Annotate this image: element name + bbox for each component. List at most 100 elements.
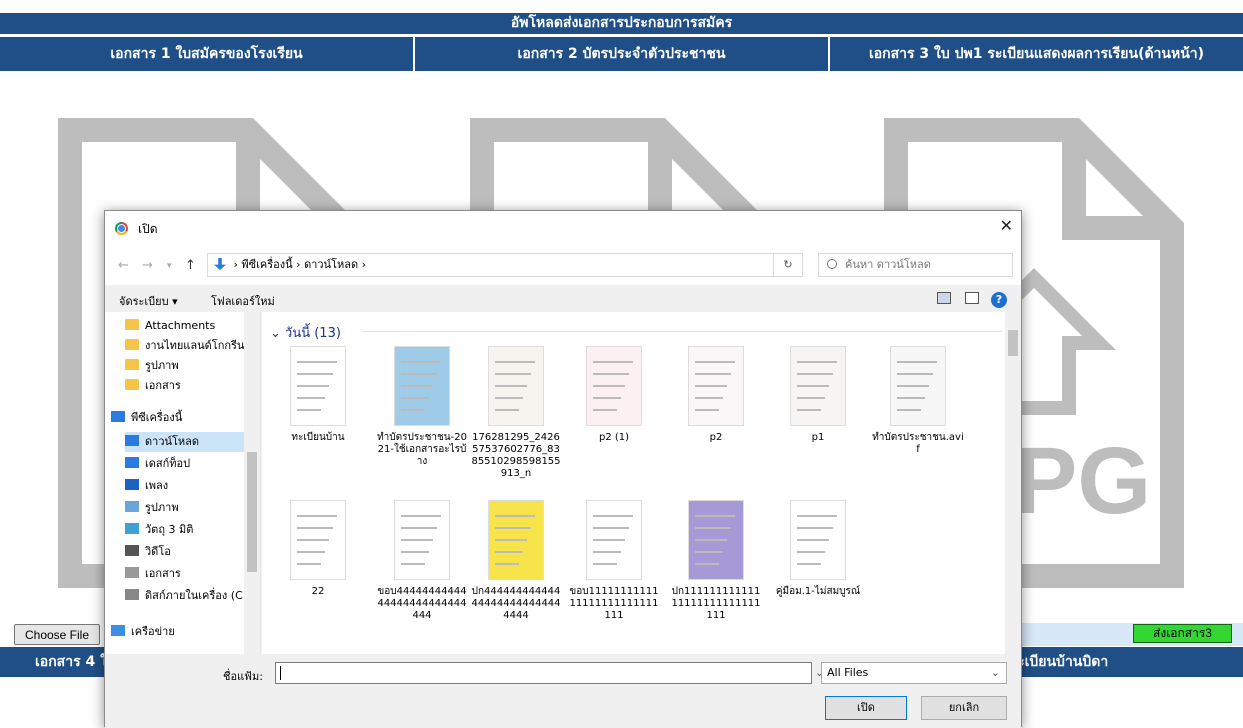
chrome-icon (115, 222, 128, 235)
choose-file-button[interactable]: Choose File (14, 624, 100, 645)
file-name: คู่มือม.1-ไม่สมบูรณ์ (775, 586, 861, 597)
breadcrumb-pc[interactable]: พีซีเครื่องนี้ (241, 258, 292, 271)
section-header-left: เอกสาร 4 ใ (35, 654, 107, 670)
recent-chevron-icon[interactable]: ▾ (167, 261, 172, 271)
sidebar-item-label: รูปภาพ (145, 359, 179, 372)
scrollbar[interactable] (244, 312, 260, 654)
sidebar-item-label: งานไทยแลนด์โกกรีน (145, 339, 245, 352)
open-button[interactable]: เปิด (825, 696, 907, 720)
sidebar-item[interactable]: พีซีเครื่องนี้ (111, 408, 241, 428)
sidebar-item-label: วัตถุ 3 มิติ (145, 523, 194, 536)
file-name: p2 (1) (598, 432, 630, 443)
file-item[interactable]: ขอบ4444444444444444444444444444 (376, 500, 468, 622)
file-name: ทะเบียนบ้าน (291, 432, 345, 443)
file-item[interactable]: ทะเบียนบ้าน (272, 346, 364, 444)
sidebar-item[interactable]: เดสก์ท็อป (125, 454, 255, 474)
open-file-dialog: เปิด ✕ ← → ▾ ↑ › พีซีเครื่องนี้ › ดาวน์โ… (104, 210, 1022, 728)
pictures-icon (125, 501, 139, 512)
sidebar-item[interactable]: รูปภาพ (125, 356, 255, 376)
organize-button[interactable]: จัดระเบียบ ▾ (119, 292, 178, 310)
search-input[interactable]: ค้นหา ดาวน์โหลด (818, 253, 1013, 277)
sidebar-item-label: รูปภาพ (145, 501, 179, 514)
sidebar-item-label: Attachments (145, 319, 216, 332)
sidebar-item[interactable]: รูปภาพ (125, 498, 255, 518)
file-item[interactable]: ปก444444444444444444444444444444 (470, 500, 562, 622)
sidebar-item[interactable]: งานไทยแลนด์โกกรีน (125, 336, 255, 356)
file-name: p2 (709, 432, 723, 443)
navigation-pane: Attachments งานไทยแลนด์โกกรีน รูปภาพ เอกสาร… (105, 312, 261, 654)
file-item[interactable]: ทำบัตรประชาชน-2021-ใช้เอกสารอะไรบ้าง (376, 346, 468, 468)
view-options-icon[interactable] (937, 292, 951, 304)
file-item[interactable]: ทำบัตรประชาชน.avif (872, 346, 964, 456)
cancel-button[interactable]: ยกเลิก (921, 696, 1007, 720)
3d-objects-icon (125, 523, 139, 534)
file-name: ทำบัตรประชาชน-2021-ใช้เอกสารอะไรบ้าง (377, 432, 467, 467)
file-item[interactable]: p2 (1) (568, 346, 660, 444)
sidebar-item-label: เครือข่าย (131, 625, 175, 638)
send-document-3-button[interactable]: ส่งเอกสาร3 (1133, 624, 1232, 643)
file-thumbnail-icon (488, 346, 544, 426)
file-name: ขอบ1111111111111111111111111111 (569, 586, 659, 621)
file-item[interactable]: 22 (272, 500, 364, 598)
sidebar-item-label: พีซีเครื่องนี้ (131, 411, 183, 424)
sidebar-item[interactable]: ดาวน์โหลด (125, 432, 255, 452)
music-icon (125, 479, 139, 490)
file-item[interactable]: 176281295_242657537602776_83855102985981… (470, 346, 562, 480)
group-header[interactable]: ⌄ วันนี้ (13) (270, 322, 341, 343)
sidebar-item[interactable]: เอกสาร (125, 564, 255, 584)
sidebar-item-label: ดิสก์ภายในเครื่อง (C (145, 589, 243, 602)
desktop-icon (125, 457, 139, 468)
download-icon (214, 258, 226, 270)
page-title: อัพโหลดส่งเอกสารประกอบการสมัคร (0, 13, 1243, 34)
sidebar-item[interactable]: ดิสก์ภายในเครื่อง (C (125, 586, 255, 606)
file-thumbnail-icon (586, 346, 642, 426)
navigation-bar: ← → ▾ ↑ › พีซีเครื่องนี้ › ดาวน์โหลด › ⌄… (105, 245, 1021, 285)
filename-input[interactable] (275, 662, 812, 684)
file-type-select[interactable]: All Files ⌄ (821, 662, 1007, 684)
address-bar[interactable]: › พีซีเครื่องนี้ › ดาวน์โหลด › ⌄ (207, 253, 862, 277)
file-thumbnail-icon (394, 346, 450, 426)
column-header-2: เอกสาร 2 บัตรประจำตัวประชาชน (415, 37, 830, 71)
scrollbar[interactable] (1005, 312, 1021, 654)
chevron-down-icon: ⌄ (990, 666, 1000, 679)
file-item[interactable]: p1 (772, 346, 864, 444)
scrollbar-thumb[interactable] (1008, 330, 1018, 356)
sidebar-item-label: เดสก์ท็อป (145, 457, 191, 470)
column-header-1: เอกสาร 1 ใบสมัครของโรงเรียน (0, 37, 415, 71)
up-arrow-icon[interactable]: ↑ (185, 258, 196, 273)
documents-icon (125, 567, 139, 578)
file-thumbnail-icon (488, 500, 544, 580)
network-icon (111, 625, 125, 636)
sidebar-item[interactable]: เอกสาร (125, 376, 255, 396)
file-thumbnail-icon (290, 500, 346, 580)
file-name: 176281295_242657537602776_83855102985981… (471, 432, 561, 479)
new-folder-button[interactable]: โฟลเดอร์ใหม่ (211, 292, 275, 310)
sidebar-item[interactable]: เพลง (125, 476, 255, 496)
back-arrow-icon[interactable]: ← (118, 258, 129, 273)
sidebar-item[interactable]: Attachments (125, 316, 255, 336)
refresh-icon[interactable]: ↻ (773, 253, 803, 277)
breadcrumb-downloads[interactable]: ดาวน์โหลด (304, 258, 358, 271)
sidebar-item-label: เอกสาร (145, 567, 181, 580)
file-item[interactable]: p2 (670, 346, 762, 444)
file-thumbnail-icon (586, 500, 642, 580)
file-item[interactable]: คู่มือม.1-ไม่สมบูรณ์ (772, 500, 864, 598)
file-item[interactable]: ปก11111111111111111111111111111 (670, 500, 762, 622)
folder-icon (125, 379, 139, 390)
preview-pane-icon[interactable] (965, 292, 979, 304)
file-item[interactable]: ขอบ1111111111111111111111111111 (568, 500, 660, 622)
help-icon[interactable]: ? (991, 292, 1007, 308)
close-icon[interactable]: ✕ (1000, 216, 1013, 235)
scrollbar-thumb[interactable] (247, 452, 257, 572)
file-thumbnail-icon (688, 346, 744, 426)
file-name: ปก444444444444444444444444444444 (471, 586, 561, 621)
filename-label: ชื่อแฟ้ม: (223, 670, 263, 683)
sidebar-item[interactable]: เครือข่าย (111, 622, 241, 642)
sidebar-item[interactable]: วิดีโอ (125, 542, 255, 562)
dialog-title: เปิด (138, 222, 158, 236)
file-thumbnail-icon (890, 346, 946, 426)
forward-arrow-icon[interactable]: → (142, 258, 153, 273)
column-header-3: เอกสาร 3 ใบ ปพ1 ระเบียนแสดงผลการเรียน(ด้… (868, 46, 1205, 62)
sidebar-item[interactable]: วัตถุ 3 มิติ (125, 520, 255, 540)
file-list: ⌄ วันนี้ (13) ทะเบียนบ้าน ทำบัตรประชาชน-2… (262, 312, 1021, 654)
